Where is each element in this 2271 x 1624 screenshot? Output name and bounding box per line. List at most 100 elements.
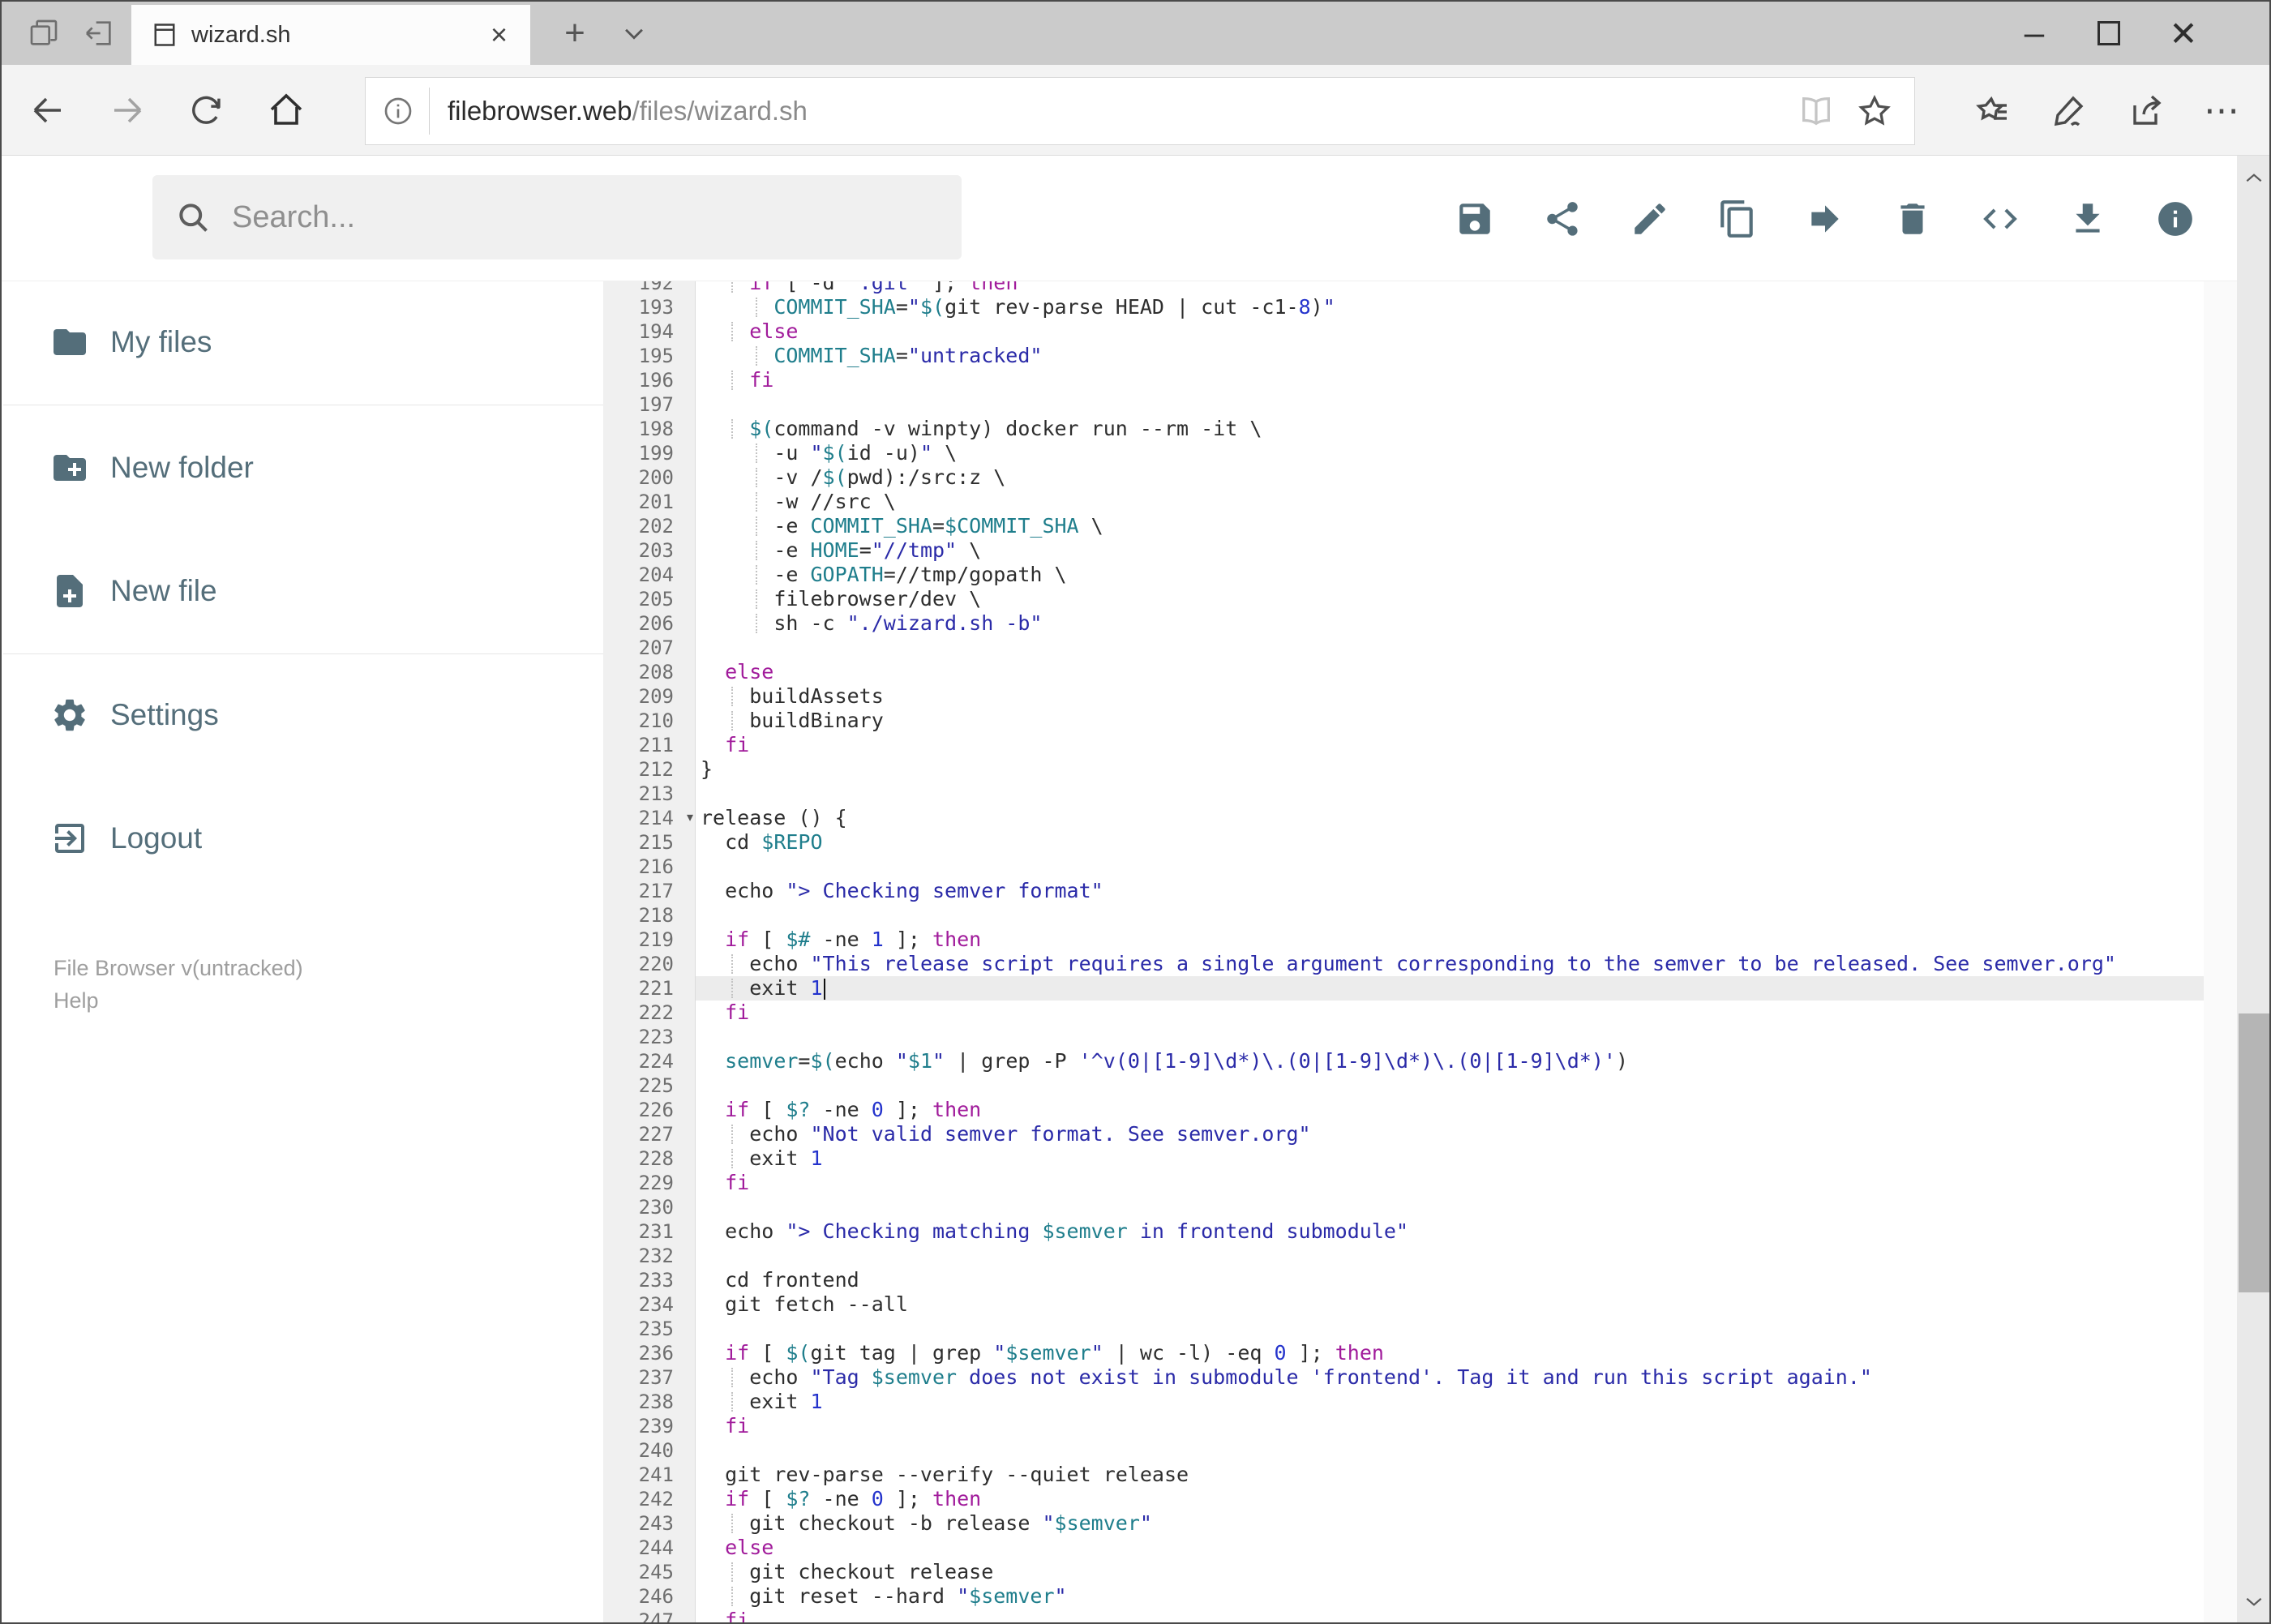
- code-line[interactable]: -u "$(id -u)" \: [696, 441, 2204, 465]
- scroll-down-button[interactable]: [2237, 1579, 2269, 1622]
- sidebar-item-new-folder[interactable]: New folder: [3, 433, 603, 503]
- maximize-button[interactable]: [2072, 2, 2146, 65]
- code-line[interactable]: cd frontend: [696, 1268, 2204, 1292]
- code-line[interactable]: exit 1: [696, 1390, 2204, 1414]
- code-line[interactable]: exit 1: [696, 976, 2204, 1001]
- source-code-button[interactable]: [1969, 188, 2031, 250]
- refresh-button[interactable]: [170, 65, 243, 156]
- code-line[interactable]: }: [696, 757, 2204, 782]
- tab-list-chevron-button[interactable]: [608, 2, 660, 65]
- help-link[interactable]: Help: [54, 984, 303, 1017]
- code-line[interactable]: git rev-parse --verify --quiet release: [696, 1463, 2204, 1487]
- tab-close-button[interactable]: ×: [484, 18, 514, 52]
- delete-button[interactable]: [1882, 188, 1943, 250]
- set-tabs-aside-button[interactable]: [76, 13, 122, 54]
- window-close-button[interactable]: ✕: [2146, 2, 2221, 65]
- code-line[interactable]: buildAssets: [696, 684, 2204, 709]
- minimize-button[interactable]: –: [1997, 2, 2072, 65]
- code-line[interactable]: echo "> Checking semver format": [696, 879, 2204, 903]
- share-button[interactable]: [1532, 188, 1593, 250]
- code-line[interactable]: echo "> Checking matching $semver in fro…: [696, 1219, 2204, 1244]
- copy-button[interactable]: [1707, 188, 1768, 250]
- code-line[interactable]: echo "This release script requires a sin…: [696, 952, 2204, 976]
- code-lines[interactable]: if [ -d ".git" ]; then COMMIT_SHA="$(git…: [696, 281, 2204, 1622]
- code-line[interactable]: -e HOME="//tmp" \: [696, 538, 2204, 563]
- address-bar[interactable]: filebrowser.web/files/wizard.sh: [365, 77, 1915, 145]
- code-line[interactable]: -e GOPATH=//tmp/gopath \: [696, 563, 2204, 587]
- code-line[interactable]: [696, 1195, 2204, 1219]
- favorites-hub-button[interactable]: [1956, 65, 2029, 156]
- code-line[interactable]: [696, 636, 2204, 660]
- move-button[interactable]: [1794, 188, 1856, 250]
- code-line[interactable]: fi: [696, 733, 2204, 757]
- code-line[interactable]: release () {: [696, 806, 2204, 830]
- code-line[interactable]: -w //src \: [696, 490, 2204, 514]
- code-line[interactable]: git fetch --all: [696, 1292, 2204, 1317]
- code-line[interactable]: git checkout -b release "$semver": [696, 1511, 2204, 1536]
- code-line[interactable]: [696, 903, 2204, 928]
- code-line[interactable]: semver=$(echo "$1" | grep -P '^v(0|[1-9]…: [696, 1049, 2204, 1073]
- code-line[interactable]: if [ $? -ne 0 ]; then: [696, 1098, 2204, 1122]
- sidebar-item-logout[interactable]: Logout: [3, 803, 603, 873]
- code-line[interactable]: exit 1: [696, 1146, 2204, 1171]
- page-scrollbar[interactable]: [2237, 156, 2269, 1622]
- save-button[interactable]: [1444, 188, 1506, 250]
- code-line[interactable]: [696, 1317, 2204, 1341]
- code-line[interactable]: [696, 855, 2204, 879]
- code-line[interactable]: if [ $(git tag | grep "$semver" | wc -l)…: [696, 1341, 2204, 1365]
- code-line[interactable]: [696, 392, 2204, 417]
- search-input[interactable]: Search...: [152, 175, 962, 259]
- code-line[interactable]: [696, 1244, 2204, 1268]
- browser-tab[interactable]: wizard.sh ×: [131, 5, 530, 65]
- sidebar-item-my-files[interactable]: My files: [3, 307, 603, 377]
- site-info-icon[interactable]: [382, 95, 414, 127]
- sidebar-item-settings[interactable]: Settings: [3, 680, 603, 750]
- code-line[interactable]: echo "Not valid semver format. See semve…: [696, 1122, 2204, 1146]
- code-line[interactable]: else: [696, 1536, 2204, 1560]
- url-text[interactable]: filebrowser.web/files/wizard.sh: [448, 96, 1798, 126]
- code-line[interactable]: COMMIT_SHA="$(git rev-parse HEAD | cut -…: [696, 295, 2204, 319]
- code-line[interactable]: else: [696, 319, 2204, 344]
- favorite-star-button[interactable]: [1856, 92, 1893, 130]
- code-editor[interactable]: 192 193 194 195 196 197 198 199 200 201 202 203 204 2…: [603, 281, 2204, 1622]
- reading-view-button[interactable]: [1798, 92, 1835, 130]
- edit-button[interactable]: [1619, 188, 1681, 250]
- code-line[interactable]: COMMIT_SHA="untracked": [696, 344, 2204, 368]
- code-line[interactable]: fi: [696, 1171, 2204, 1195]
- forward-button[interactable]: [91, 65, 164, 156]
- code-line[interactable]: $(command -v winpty) docker run --rm -it…: [696, 417, 2204, 441]
- code-line[interactable]: echo "Tag $semver does not exist in subm…: [696, 1365, 2204, 1390]
- download-button[interactable]: [2057, 188, 2119, 250]
- info-button[interactable]: [2145, 188, 2206, 250]
- code-line[interactable]: -v /$(pwd):/src:z \: [696, 465, 2204, 490]
- scroll-up-button[interactable]: [2237, 156, 2269, 201]
- annotate-pen-button[interactable]: [2033, 65, 2106, 156]
- code-line[interactable]: [696, 1438, 2204, 1463]
- tab-preview-button[interactable]: [21, 13, 66, 54]
- share-page-button[interactable]: [2111, 65, 2184, 156]
- code-line[interactable]: git checkout release: [696, 1560, 2204, 1584]
- code-line[interactable]: fi: [696, 368, 2204, 392]
- code-line[interactable]: buildBinary: [696, 709, 2204, 733]
- code-line[interactable]: if [ -d ".git" ]; then: [696, 281, 2204, 295]
- settings-more-button[interactable]: ⋯: [2191, 65, 2256, 156]
- code-line[interactable]: fi: [696, 1001, 2204, 1025]
- code-line[interactable]: fi: [696, 1414, 2204, 1438]
- sidebar-item-new-file[interactable]: New file: [3, 556, 603, 626]
- code-line[interactable]: if [ $? -ne 0 ]; then: [696, 1487, 2204, 1511]
- code-line[interactable]: git reset --hard "$semver": [696, 1584, 2204, 1609]
- new-tab-button[interactable]: +: [546, 2, 603, 65]
- back-button[interactable]: [11, 65, 84, 156]
- code-line[interactable]: if [ $# -ne 1 ]; then: [696, 928, 2204, 952]
- code-line[interactable]: filebrowser/dev \: [696, 587, 2204, 611]
- home-button[interactable]: [250, 65, 323, 156]
- code-line[interactable]: [696, 1025, 2204, 1049]
- code-line[interactable]: [696, 782, 2204, 806]
- code-line[interactable]: -e COMMIT_SHA=$COMMIT_SHA \: [696, 514, 2204, 538]
- code-line[interactable]: [696, 1073, 2204, 1098]
- code-line[interactable]: else: [696, 660, 2204, 684]
- fold-arrow-icon[interactable]: ▾: [687, 806, 693, 830]
- code-line[interactable]: cd $REPO: [696, 830, 2204, 855]
- scrollbar-thumb[interactable]: [2239, 1013, 2269, 1292]
- code-line[interactable]: sh -c "./wizard.sh -b": [696, 611, 2204, 636]
